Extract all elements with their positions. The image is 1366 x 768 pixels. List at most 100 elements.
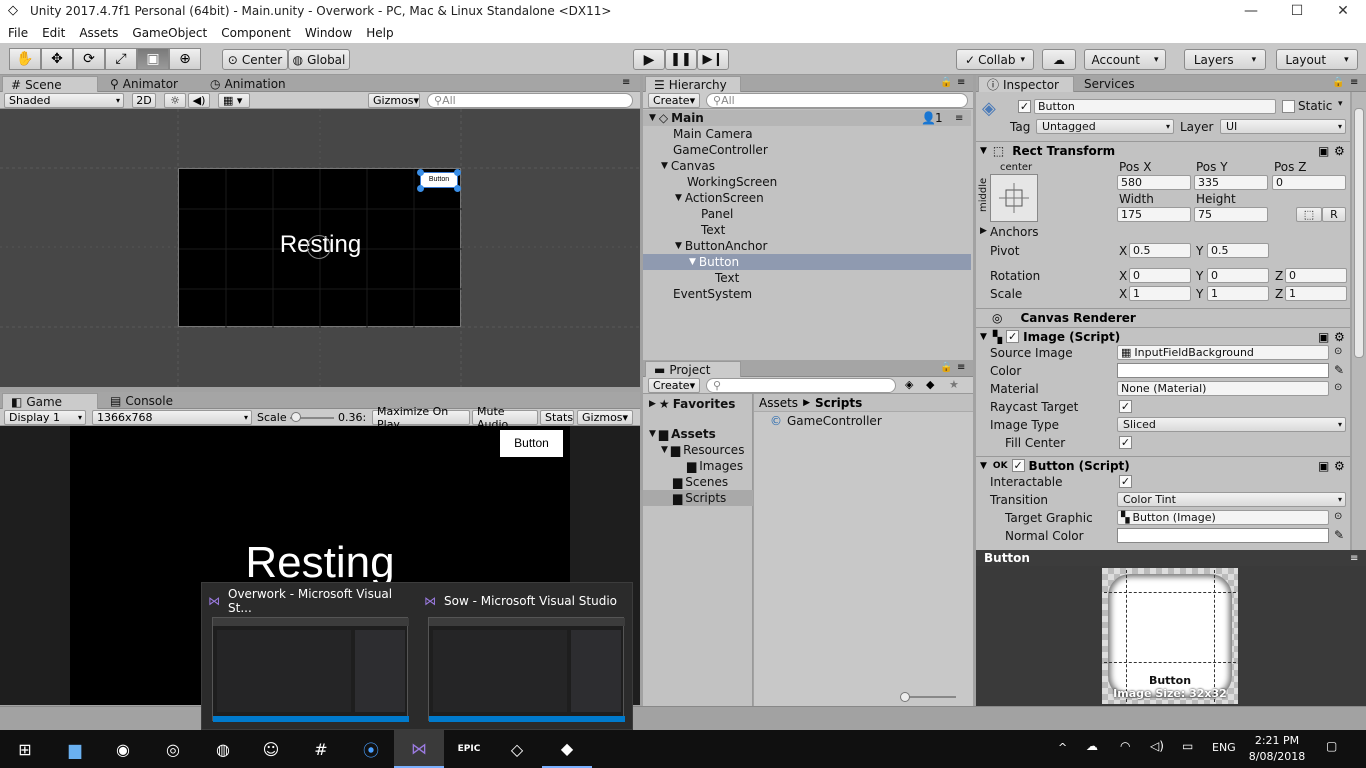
thumbnail-title-1[interactable]: ⋈ Overwork - Microsoft Visual St...	[208, 587, 408, 615]
list-item[interactable]: ▼ ButtonAnchor	[643, 238, 971, 254]
preview-menu-icon[interactable]: ≡	[1350, 553, 1358, 564]
file-explorer-icon[interactable]: ▆	[50, 730, 100, 768]
anchors-expand-icon[interactable]: ▶	[980, 226, 987, 236]
list-item[interactable]: Text	[643, 222, 971, 238]
inspector-scrollbar[interactable]	[1352, 92, 1366, 550]
display-dropdown[interactable]: Display 1 ▾	[4, 410, 86, 425]
scene-gizmos-dropdown[interactable]: Gizmos ▾	[368, 93, 420, 108]
lock-icon[interactable]: 🔒	[940, 77, 952, 88]
rot-z-field[interactable]: 0	[1285, 268, 1347, 283]
pause-icon[interactable]: ❚❚	[665, 49, 697, 70]
list-item[interactable]: Main Camera	[643, 126, 971, 142]
wifi-icon[interactable]: ◠	[1120, 739, 1130, 753]
height-field[interactable]: 75	[1194, 207, 1268, 222]
preview-header[interactable]: Button ≡	[976, 550, 1366, 566]
canvas-renderer-header[interactable]: ◎ Canvas Renderer	[976, 308, 1350, 326]
eyedropper-icon[interactable]: ✎	[1334, 363, 1344, 377]
tab-inspector[interactable]: ⓘ Inspector	[978, 76, 1074, 92]
help-icon[interactable]: ▣	[1318, 144, 1329, 158]
maps-icon[interactable]: ⦿	[346, 730, 396, 768]
expand-arrow-icon[interactable]: ▼	[675, 241, 682, 251]
settings-gear-icon[interactable]: ⚙	[1334, 144, 1345, 158]
discord-icon[interactable]: ☺	[246, 730, 296, 768]
mute-audio-toggle[interactable]: Mute Audio	[472, 405, 538, 431]
inspector-scroll-thumb[interactable]	[1354, 108, 1364, 358]
thumbnail-title-2[interactable]: ⋈ Sow - Microsoft Visual Studio	[424, 591, 630, 611]
icon-size-slider-thumb[interactable]	[900, 692, 910, 702]
breadcrumb-assets[interactable]: Assets	[759, 396, 798, 410]
script-file[interactable]: © GameController	[754, 413, 973, 429]
menu-assets[interactable]: Assets	[79, 26, 118, 40]
thumbnail-preview-1[interactable]	[212, 617, 409, 722]
settings-gear-icon[interactable]: ⚙	[1334, 330, 1345, 344]
image-script-header[interactable]: ▼ ▚ ✓ Image (Script) ▣ ⚙	[976, 327, 1350, 345]
play-icon[interactable]: ▶	[633, 49, 665, 70]
expand-arrow-icon[interactable]: ▼	[661, 161, 668, 171]
audio-icon[interactable]: ◀)	[188, 93, 210, 108]
breadcrumb-scripts[interactable]: Scripts	[815, 396, 862, 410]
posx-field[interactable]: 580	[1117, 175, 1191, 190]
windows-start-icon[interactable]: ⊞	[0, 730, 50, 768]
folder-resources[interactable]: ▼ ▆ Resources	[643, 442, 753, 458]
list-item-selected[interactable]: ▼ Button	[643, 254, 971, 270]
list-item[interactable]: ▼ Canvas	[643, 158, 971, 174]
panel-menu-icon[interactable]: ≡	[957, 77, 965, 88]
button-script-header[interactable]: ▼ OK ✓ Button (Script) ▣ ⚙	[976, 456, 1350, 474]
rect-handle[interactable]	[417, 169, 424, 176]
scale-x-field[interactable]: 1	[1129, 286, 1191, 301]
hand-tool-icon[interactable]: ✋	[9, 48, 41, 70]
cloud-icon[interactable]: ☁	[1042, 49, 1076, 70]
scale-slider-thumb[interactable]	[291, 412, 301, 422]
unity-hub-icon[interactable]: ◇	[492, 730, 542, 768]
tab-animator[interactable]: ⚲ Animator	[102, 76, 202, 92]
rect-tool-icon[interactable]: ▣	[137, 48, 169, 70]
tab-scene[interactable]: # Scene	[2, 76, 98, 92]
help-icon[interactable]: ▣	[1318, 459, 1329, 473]
thumbnail-preview-2[interactable]	[428, 617, 625, 722]
scene-root[interactable]: ▼ ◇ Main 👤 1 ≡	[643, 110, 971, 126]
scale-tool-icon[interactable]: ⤢	[105, 48, 137, 70]
color-swatch[interactable]	[1117, 363, 1329, 378]
unity-editor-icon[interactable]: ◆	[542, 730, 592, 768]
source-image-field[interactable]: ▦ InputFieldBackground	[1117, 345, 1329, 360]
language-indicator[interactable]: ENG	[1212, 741, 1236, 754]
move-gizmo-icon[interactable]	[307, 235, 331, 259]
tag-dropdown[interactable]: Untagged ▾	[1036, 119, 1174, 134]
rot-x-field[interactable]: 0	[1129, 268, 1191, 283]
rot-y-field[interactable]: 0	[1207, 268, 1269, 283]
panel-menu-icon[interactable]: ≡	[622, 77, 630, 88]
filter-type-icon[interactable]: ◈	[905, 378, 913, 391]
image-type-dropdown[interactable]: Sliced ▾	[1117, 417, 1346, 432]
minimize-icon[interactable]: —	[1228, 0, 1274, 22]
spotify-icon[interactable]: ◍	[198, 730, 248, 768]
menu-edit[interactable]: Edit	[42, 26, 65, 40]
object-picker-icon[interactable]: ⊙	[1334, 346, 1342, 357]
rect-handle[interactable]	[454, 169, 461, 176]
collab-button[interactable]: ✓ Collab ▾	[956, 49, 1034, 70]
raycast-checkbox[interactable]: ✓	[1119, 400, 1132, 413]
target-graphic-field[interactable]: ▚ Button (Image)	[1117, 510, 1329, 525]
anchors-label[interactable]: Anchors	[990, 225, 1039, 239]
effects-icon[interactable]: ▦ ▾	[218, 93, 250, 108]
scale-z-field[interactable]: 1	[1285, 286, 1347, 301]
panel-menu-icon[interactable]: ≡	[957, 362, 965, 373]
folder-images[interactable]: ▆ Images	[643, 458, 753, 474]
scale-y-field[interactable]: 1	[1207, 286, 1269, 301]
pivot-global-button[interactable]: ◍ Global	[288, 49, 350, 70]
2d-toggle[interactable]: 2D	[132, 93, 156, 108]
rect-handle[interactable]	[417, 185, 424, 192]
volume-icon[interactable]: ◁)	[1150, 739, 1164, 753]
static-checkbox[interactable]	[1282, 100, 1295, 113]
game-button[interactable]: Button	[500, 430, 563, 457]
lighting-icon[interactable]: ☼	[164, 93, 186, 108]
notification-icon[interactable]: ▢	[1326, 739, 1337, 753]
display-icon[interactable]: ▭	[1182, 739, 1193, 753]
rotate-tool-icon[interactable]: ⟳	[73, 48, 105, 70]
account-dropdown[interactable]: Account ▾	[1084, 49, 1166, 70]
eyedropper-icon[interactable]: ✎	[1334, 528, 1344, 542]
lock-icon[interactable]: 🔒	[1332, 77, 1344, 88]
expand-arrow-icon[interactable]: ▼	[689, 257, 696, 267]
visual-studio-taskbar-icon[interactable]: ⋈	[394, 730, 444, 768]
blueprint-mode-icon[interactable]: ⬚	[1296, 207, 1322, 222]
onedrive-icon[interactable]: ☁	[1086, 739, 1098, 753]
